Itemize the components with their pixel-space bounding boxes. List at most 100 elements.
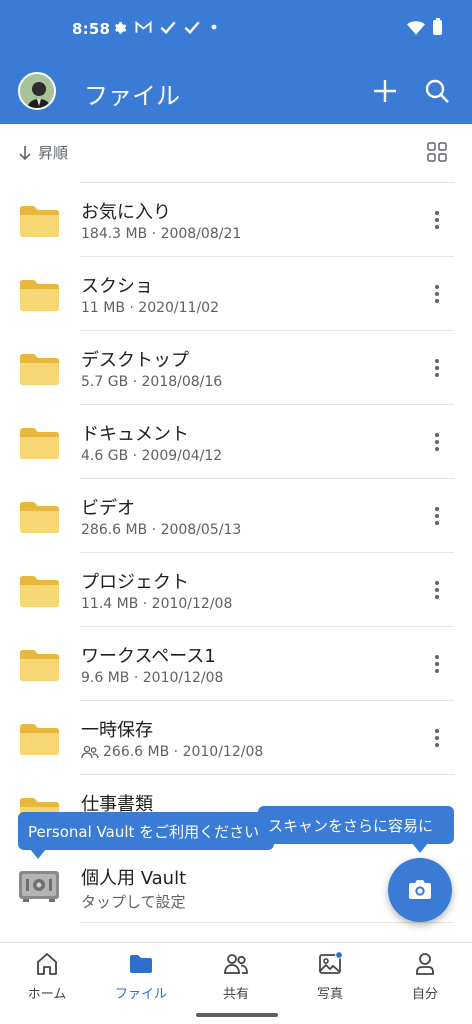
file-meta: 4.6 GB · 2009/04/12 — [81, 448, 222, 464]
app-bar: ファイル — [0, 62, 472, 124]
arrow-down-icon — [19, 145, 31, 160]
folder-icon — [20, 576, 59, 607]
nav-photos[interactable]: 写真 — [283, 951, 377, 1011]
file-name: デスクトップ — [81, 350, 189, 371]
status-bar: 8:58 — [0, 0, 472, 62]
photo-icon — [319, 951, 343, 974]
file-meta: 11 MB · 2020/11/02 — [81, 300, 219, 316]
vault-tooltip[interactable]: Personal Vault をご利用ください — [18, 812, 274, 850]
file-meta-text: 11.4 MB · 2010/12/08 — [81, 596, 233, 612]
nav-home-label: ホーム — [27, 987, 67, 1002]
list-item[interactable]: お気に入り 184.3 MB · 2008/08/21 — [0, 182, 472, 256]
wifi-icon — [407, 20, 425, 35]
file-meta: 5.7 GB · 2018/08/16 — [81, 374, 222, 390]
avatar[interactable] — [18, 72, 56, 110]
nav-files[interactable]: ファイル — [94, 951, 188, 1011]
status-system-icons — [407, 18, 442, 35]
bottom-navigation: ホーム ファイル 共有 写真 自分 — [0, 942, 472, 1024]
list-item[interactable]: ビデオ 286.6 MB · 2008/05/13 — [0, 478, 472, 552]
more-icon[interactable] — [426, 356, 448, 380]
list-item[interactable]: プロジェクト 11.4 MB · 2010/12/08 — [0, 552, 472, 626]
list-item[interactable]: スクショ 11 MB · 2020/11/02 — [0, 256, 472, 330]
vault-meta: タップして設定 — [81, 893, 186, 911]
more-icon[interactable] — [426, 726, 448, 750]
more-icon[interactable] — [426, 430, 448, 454]
sort-button[interactable]: 昇順 — [18, 142, 68, 163]
file-meta-text: 286.6 MB · 2008/05/13 — [81, 522, 242, 538]
scan-tooltip-text: スキャンをさらに容易に — [268, 816, 434, 835]
more-icon[interactable] — [426, 578, 448, 602]
file-meta: 286.6 MB · 2008/05/13 — [81, 522, 241, 538]
search-icon[interactable] — [422, 76, 452, 106]
dot-icon — [211, 24, 217, 29]
file-name: ワークスペース1 — [81, 646, 216, 667]
vault-safe-icon — [19, 871, 59, 902]
file-meta-text: 11 MB · 2020/11/02 — [81, 300, 219, 316]
file-meta-text: 5.7 GB · 2018/08/16 — [81, 374, 223, 390]
home-icon — [37, 953, 57, 975]
folder-icon — [130, 955, 152, 973]
page-title: ファイル — [84, 82, 180, 110]
file-name: お気に入り — [81, 202, 171, 223]
folder-icon — [20, 206, 59, 237]
list-item[interactable]: ドキュメント 4.6 GB · 2009/04/12 — [0, 404, 472, 478]
nav-files-label: ファイル — [114, 987, 167, 1002]
vault-name: 個人用 Vault — [81, 868, 187, 889]
status-notification-icons — [112, 19, 220, 34]
more-icon[interactable] — [426, 652, 448, 676]
list-item[interactable]: デスクトップ 5.7 GB · 2018/08/16 — [0, 330, 472, 404]
folder-icon — [20, 280, 59, 311]
list-item[interactable]: 一時保存 266.6 MB · 2010/12/08 — [0, 700, 472, 774]
nav-home[interactable]: ホーム — [0, 951, 94, 1011]
person-icon — [416, 953, 434, 975]
folder-icon — [20, 354, 59, 385]
gear-icon — [115, 22, 127, 34]
check-icon — [160, 21, 176, 34]
file-list: お気に入り 184.3 MB · 2008/08/21 スクショ 11 MB ·… — [0, 182, 472, 848]
status-time: 8:58 — [72, 20, 111, 38]
scan-tooltip-arrow — [412, 843, 428, 853]
list-item[interactable]: ワークスペース1 9.6 MB · 2010/12/08 — [0, 626, 472, 700]
nav-shared-label: 共有 — [222, 987, 249, 1002]
more-icon[interactable] — [426, 208, 448, 232]
nav-me[interactable]: 自分 — [378, 951, 472, 1011]
add-icon[interactable] — [370, 76, 400, 106]
people-icon — [224, 954, 248, 974]
vault-tooltip-arrow — [30, 849, 46, 859]
file-meta-text: 184.3 MB · 2008/08/21 — [81, 226, 242, 242]
folder-icon — [20, 502, 59, 533]
file-name: 一時保存 — [81, 720, 153, 741]
file-meta: 266.6 MB · 2010/12/08 — [81, 744, 263, 760]
file-meta: 184.3 MB · 2008/08/21 — [81, 226, 241, 242]
file-meta-text: 266.6 MB · 2010/12/08 — [103, 744, 264, 760]
file-meta: 9.6 MB · 2010/12/08 — [81, 670, 223, 686]
folder-icon — [20, 428, 59, 459]
file-meta-text: 4.6 GB · 2009/04/12 — [81, 448, 223, 464]
mail-icon — [135, 20, 152, 33]
folder-icon — [20, 724, 59, 755]
file-name: スクショ — [81, 276, 153, 297]
file-name: ビデオ — [81, 498, 135, 519]
vault-tooltip-text: Personal Vault をご利用ください — [28, 822, 260, 841]
gesture-home-bar[interactable] — [196, 1013, 278, 1017]
sort-bar: 昇順 — [0, 124, 472, 182]
list-item-partial — [0, 922, 472, 942]
camera-icon — [409, 880, 431, 899]
scan-tooltip[interactable]: スキャンをさらに容易に — [258, 806, 454, 844]
file-meta: 11.4 MB · 2010/12/08 — [81, 596, 232, 612]
file-meta-text: 9.6 MB · 2010/12/08 — [81, 670, 224, 686]
more-icon[interactable] — [426, 282, 448, 306]
nav-shared[interactable]: 共有 — [189, 951, 283, 1011]
file-name: ドキュメント — [81, 424, 189, 445]
sort-label: 昇順 — [38, 144, 69, 162]
file-name: プロジェクト — [81, 572, 189, 593]
battery-icon — [433, 18, 442, 35]
camera-scan-button[interactable] — [388, 858, 452, 922]
nav-me-label: 自分 — [411, 987, 438, 1002]
nav-photos-label: 写真 — [316, 987, 343, 1002]
shared-people-icon — [81, 745, 99, 759]
grid-view-icon[interactable] — [426, 141, 448, 163]
folder-icon — [20, 650, 59, 681]
more-icon[interactable] — [426, 504, 448, 528]
avatar-image — [20, 74, 54, 108]
